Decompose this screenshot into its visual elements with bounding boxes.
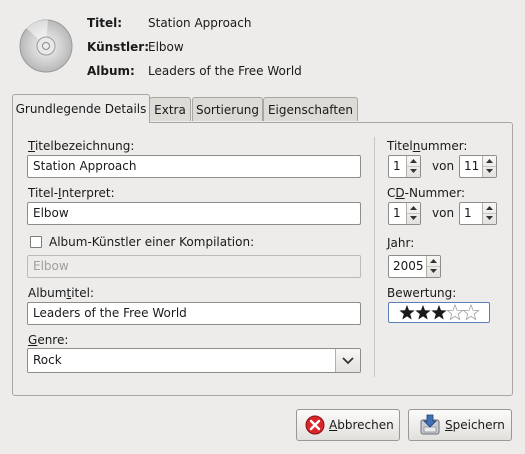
- save-icon: [419, 414, 441, 436]
- decrement-icon[interactable]: [483, 213, 496, 223]
- album-field-label: Albumtitel:: [28, 286, 94, 300]
- cancel-icon: [305, 415, 325, 435]
- track-number-label: Titelnummer:: [387, 139, 468, 153]
- compilation-checkbox[interactable]: [30, 236, 42, 248]
- rating-label: Bewertung:: [387, 286, 457, 300]
- tab-properties[interactable]: Eigenschaften: [263, 97, 358, 121]
- genre-field-label: Genre:: [28, 333, 69, 347]
- chevron-down-icon[interactable]: [335, 349, 360, 372]
- cancel-button[interactable]: Abbrechen: [296, 409, 400, 441]
- tab-basic-details[interactable]: Grundlegende Details: [12, 94, 150, 123]
- decrement-icon[interactable]: [407, 166, 420, 176]
- title-field[interactable]: Station Approach: [27, 155, 361, 178]
- tab-label: Extra: [154, 102, 186, 117]
- save-button-label: Speichern: [445, 418, 505, 432]
- disc-total-spinner[interactable]: 1: [459, 202, 497, 225]
- star-icon[interactable]: [415, 305, 431, 320]
- artist-field-label: Titel-Interpret:: [28, 186, 115, 200]
- decrement-icon[interactable]: [407, 213, 420, 223]
- column-divider: [374, 137, 375, 377]
- track-total-spinner[interactable]: 11: [459, 155, 497, 178]
- tab-label: Eigenschaften: [267, 102, 354, 117]
- decrement-icon[interactable]: [483, 166, 496, 176]
- genre-value: Rock: [33, 353, 62, 367]
- track-number-value: 1: [393, 159, 401, 173]
- star-icon[interactable]: [399, 305, 415, 320]
- album-field[interactable]: Leaders of the Free World: [27, 302, 361, 325]
- header-artist-label: Künstler:: [87, 40, 150, 54]
- cancel-button-label: Abbrechen: [329, 418, 394, 432]
- disc-of-label: von: [432, 206, 455, 220]
- tab-sorting[interactable]: Sortierung: [192, 97, 263, 121]
- header-title-value: Station Approach: [148, 16, 252, 30]
- title-field-label: Titelbezeichnung:: [28, 139, 135, 153]
- header-album-value: Leaders of the Free World: [148, 64, 302, 78]
- disc-number-value: 1: [393, 206, 401, 220]
- tab-label: Grundlegende Details: [15, 102, 147, 116]
- star-icon[interactable]: [446, 303, 464, 321]
- disc-number-label: CD-Nummer:: [387, 186, 466, 200]
- year-label: Jahr:: [387, 236, 415, 250]
- compilation-label: Album-Künstler einer Kompilation:: [49, 235, 255, 249]
- track-total-value: 11: [464, 159, 480, 173]
- genre-combobox[interactable]: Rock: [27, 348, 361, 373]
- cd-icon: [18, 18, 74, 74]
- save-button[interactable]: Speichern: [408, 409, 512, 441]
- tab-label: Sortierung: [195, 102, 260, 117]
- track-of-label: von: [432, 159, 455, 173]
- disc-total-value: 1: [464, 206, 472, 220]
- header-title-label: Titel:: [87, 16, 123, 30]
- decrement-icon[interactable]: [427, 266, 440, 276]
- header-album-label: Album:: [87, 64, 135, 78]
- star-icon[interactable]: [431, 305, 447, 320]
- header-artist-value: Elbow: [148, 40, 184, 54]
- year-value: 2005: [393, 259, 424, 273]
- disc-number-spinner[interactable]: 1: [388, 202, 421, 225]
- year-spinner[interactable]: 2005: [388, 255, 441, 278]
- album-artist-field: Elbow: [27, 255, 361, 278]
- star-icon[interactable]: [462, 303, 480, 321]
- track-number-spinner[interactable]: 1: [388, 155, 421, 178]
- tab-extra[interactable]: Extra: [149, 97, 191, 121]
- artist-field[interactable]: Elbow: [27, 202, 361, 225]
- rating-widget[interactable]: [388, 302, 490, 323]
